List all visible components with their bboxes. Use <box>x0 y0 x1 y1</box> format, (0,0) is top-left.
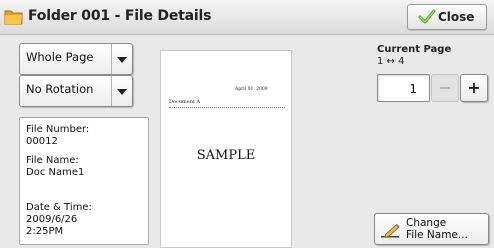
file-name-label: File Name: <box>26 155 79 166</box>
current-page-value: 1 <box>409 82 417 96</box>
file-info-panel: File Number: 00012 File Name: Doc Name1 … <box>19 117 149 245</box>
document-preview: April 01, 2009 Document A SAMPLE <box>160 50 292 248</box>
close-button-label: Close <box>438 10 475 24</box>
chevron-down-icon <box>111 44 132 74</box>
preview-rule <box>169 107 285 108</box>
chevron-down-icon <box>111 76 132 106</box>
page-view-dropdown[interactable]: Whole Page <box>19 43 133 75</box>
page-view-value: Whole Page <box>26 50 94 64</box>
change-label-line2: File Name... <box>406 229 468 241</box>
date-time-label: Date & Time: <box>26 202 92 213</box>
rotation-value: No Rotation <box>26 82 94 96</box>
date-value: 2009/6/26 <box>26 214 78 225</box>
check-icon <box>418 9 436 24</box>
page-title: Folder 001 - File Details <box>28 8 212 24</box>
preview-sample-text: SAMPLE <box>196 148 256 163</box>
preview-date: April 01, 2009 <box>235 87 268 92</box>
folder-icon <box>4 10 23 25</box>
change-file-name-button[interactable]: Change File Name... <box>374 213 489 245</box>
current-page-label: Current Page <box>377 44 452 55</box>
page-range: 1 ↔ 4 <box>377 56 405 67</box>
file-number-value: 00012 <box>26 136 58 147</box>
time-value: 2:25PM <box>26 226 64 237</box>
close-button[interactable]: Close <box>407 4 487 30</box>
file-number-label: File Number: <box>26 124 90 135</box>
next-page-button[interactable]: + <box>460 74 488 102</box>
current-page-field[interactable]: 1 <box>377 74 430 102</box>
pencil-icon <box>381 224 400 238</box>
title-bar: Folder 001 - File Details Close <box>0 0 494 35</box>
rotation-dropdown[interactable]: No Rotation <box>19 75 133 107</box>
change-label-line1: Change <box>406 217 447 229</box>
previous-page-button[interactable]: − <box>431 74 459 102</box>
file-name-value: Doc Name1 <box>26 167 85 178</box>
preview-heading: Document A <box>169 99 201 105</box>
